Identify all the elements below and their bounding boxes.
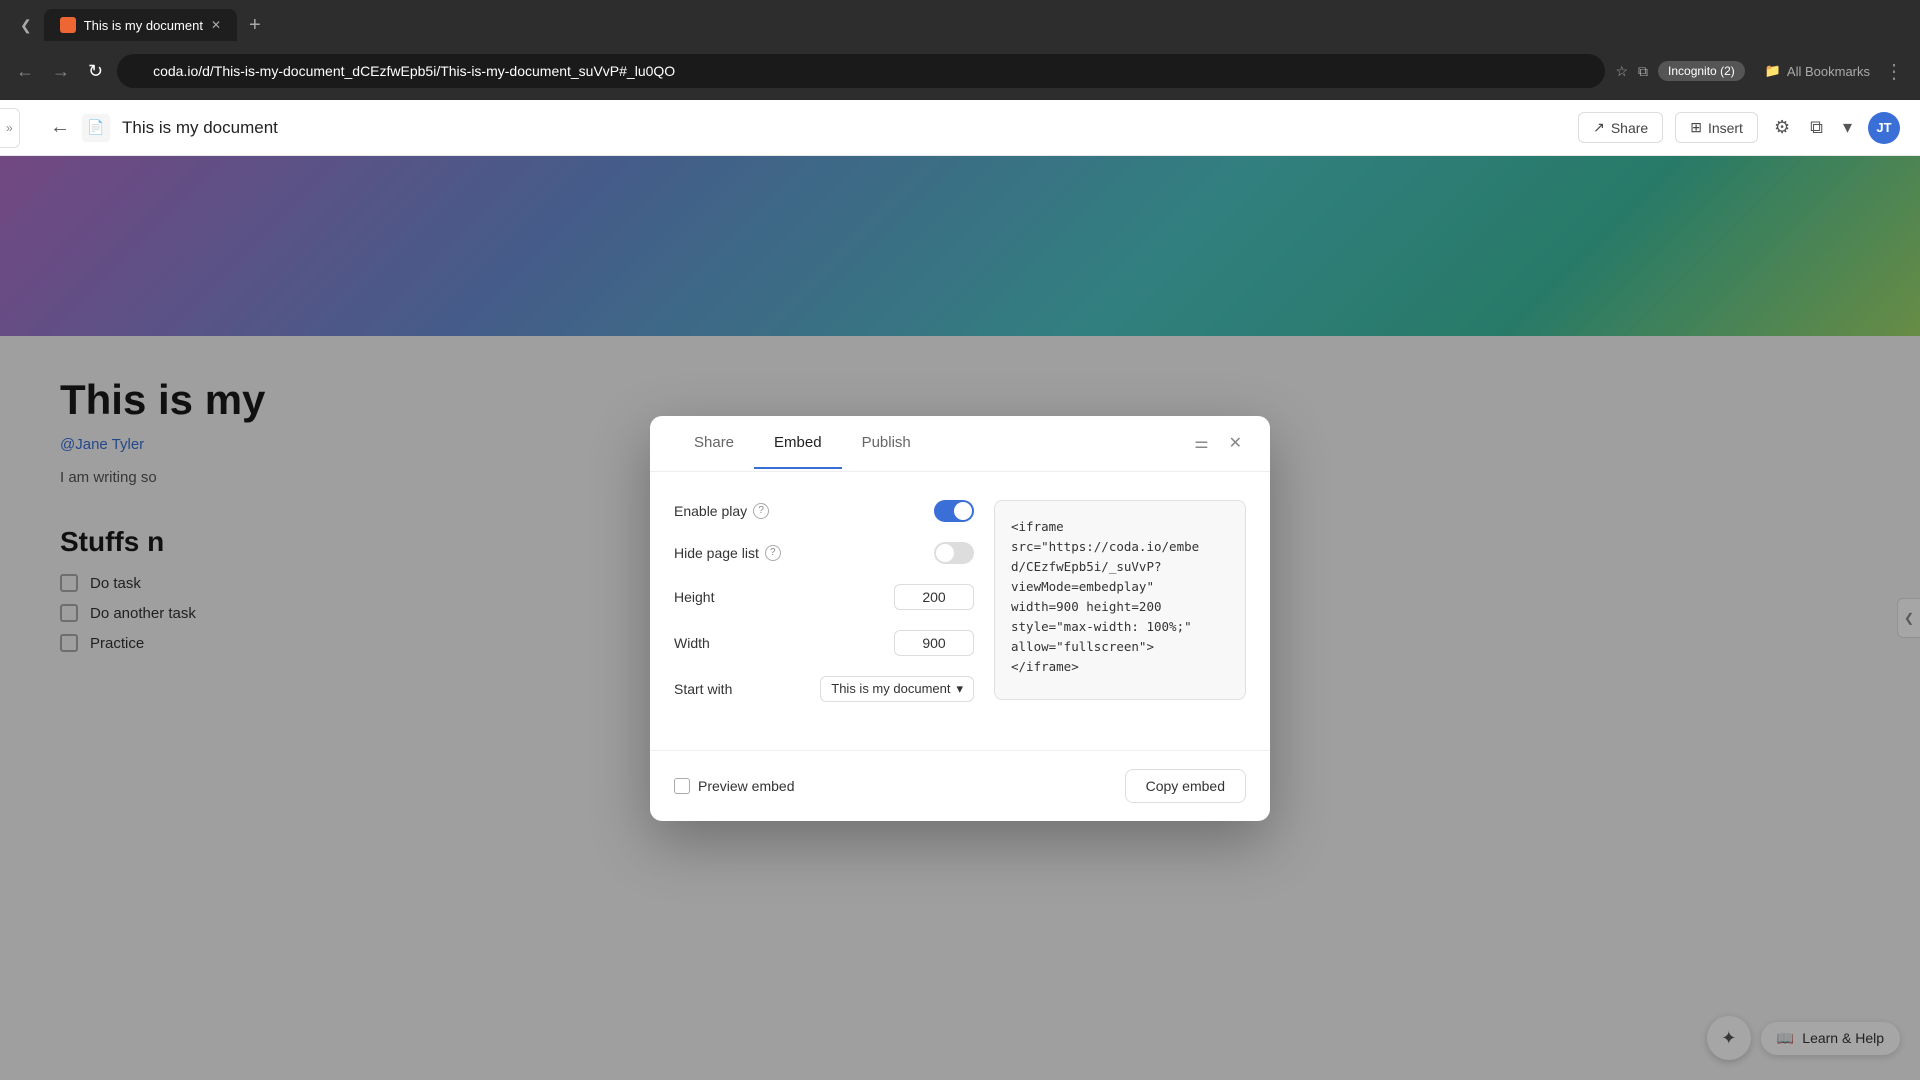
embed-modal: Share Embed Publish ⚌ ✕: [650, 416, 1270, 821]
sidebar-toggle-btn[interactable]: »: [0, 108, 20, 148]
enable-play-help-icon[interactable]: ?: [753, 503, 769, 519]
hide-page-list-label: Hide page list: [674, 545, 759, 561]
height-row: Height: [674, 584, 974, 610]
enable-play-toggle[interactable]: [934, 500, 974, 522]
bookmarks-folder-icon: 📁: [1765, 63, 1781, 79]
view-toggle-btn[interactable]: ⧉: [1806, 113, 1827, 142]
active-tab[interactable]: This is my document ✕: [44, 9, 237, 41]
modal-tabs: Share Embed Publish: [674, 418, 931, 468]
tab-title: This is my document: [84, 18, 203, 33]
width-row: Width: [674, 630, 974, 656]
bookmarks-label: All Bookmarks: [1787, 64, 1870, 79]
modal-close-btn[interactable]: ✕: [1225, 429, 1246, 457]
preview-embed-checkbox[interactable]: [674, 778, 690, 794]
modal-footer: Preview embed Copy embed: [650, 750, 1270, 821]
new-tab-btn[interactable]: +: [241, 10, 269, 41]
enable-play-row: Enable play ?: [674, 500, 974, 522]
tab-favicon: [60, 17, 76, 33]
hide-page-list-label-wrap: Hide page list ?: [674, 545, 781, 561]
width-input[interactable]: [894, 630, 974, 656]
forward-nav-btn[interactable]: →: [48, 57, 74, 86]
toolbar-right: ↗ Share ⊞ Insert ⚙ ⧉ ▾ JT: [1578, 112, 1900, 144]
app-toolbar: » ← 📄 This is my document ↗ Share ⊞ Inse…: [0, 100, 1920, 156]
insert-label: Insert: [1708, 120, 1743, 136]
width-label: Width: [674, 635, 710, 651]
doc-back-btn[interactable]: ←: [50, 116, 70, 139]
start-with-row: Start with This is my document ▾: [674, 676, 974, 702]
modal-overlay[interactable]: Share Embed Publish ⚌ ✕: [0, 156, 1920, 1080]
bookmarks-area: 📁 All Bookmarks: [1765, 63, 1870, 79]
hide-page-list-toggle[interactable]: [934, 542, 974, 564]
modal-header: Share Embed Publish ⚌ ✕: [650, 416, 1270, 472]
star-btn[interactable]: ☆: [1615, 63, 1628, 80]
browser-actions: ☆ ⧉ Incognito (2): [1615, 61, 1744, 81]
tab-embed[interactable]: Embed: [754, 418, 842, 469]
modal-settings: Enable play ? Hide page list ?: [674, 500, 974, 722]
embed-code-preview[interactable]: <iframe src="https://coda.io/embe d/CEzf…: [994, 500, 1246, 700]
preview-embed-row: Preview embed: [674, 778, 795, 794]
browser-chrome: ❮ This is my document ✕ + ← → ↻ 🔒 ☆ ⧉ In…: [0, 0, 1920, 100]
doc-title: This is my document: [122, 118, 278, 138]
url-input[interactable]: [117, 54, 1605, 88]
browser-tabs: ❮ This is my document ✕ +: [0, 0, 1920, 42]
height-input[interactable]: [894, 584, 974, 610]
main-content: This is my @Jane Tyler I am writing so S…: [0, 156, 1920, 1080]
app-container: » ← 📄 This is my document ↗ Share ⊞ Inse…: [0, 100, 1920, 1080]
enable-play-label: Enable play: [674, 503, 747, 519]
start-with-value: This is my document: [831, 681, 950, 696]
browser-menu-btn[interactable]: ⋮: [1880, 55, 1908, 88]
modal-body: Enable play ? Hide page list ?: [650, 472, 1270, 750]
incognito-badge[interactable]: Incognito (2): [1658, 61, 1745, 81]
enable-play-label-wrap: Enable play ?: [674, 503, 769, 519]
address-bar-wrap: 🔒: [117, 54, 1605, 88]
tab-publish[interactable]: Publish: [842, 418, 931, 469]
copy-embed-button[interactable]: Copy embed: [1125, 769, 1246, 803]
more-btn[interactable]: ▾: [1839, 113, 1856, 142]
tab-share[interactable]: Share: [674, 418, 754, 469]
start-with-select[interactable]: This is my document ▾: [820, 676, 974, 702]
hide-page-list-row: Hide page list ?: [674, 542, 974, 564]
copy-embed-label: Copy embed: [1146, 778, 1225, 794]
preview-embed-label: Preview embed: [698, 778, 795, 794]
tab-group-back[interactable]: ❮: [12, 13, 40, 38]
start-with-label: Start with: [674, 681, 732, 697]
share-label: Share: [1611, 120, 1648, 136]
modal-filter-icon[interactable]: ⚌: [1190, 429, 1212, 457]
back-nav-btn[interactable]: ←: [12, 57, 38, 86]
doc-icon: 📄: [82, 114, 110, 142]
hide-page-list-help-icon[interactable]: ?: [765, 545, 781, 561]
modal-header-actions: ⚌ ✕: [1190, 429, 1246, 457]
settings-btn[interactable]: ⚙: [1770, 113, 1794, 142]
embed-code-text: <iframe src="https://coda.io/embe d/CEzf…: [1011, 517, 1229, 677]
avatar[interactable]: JT: [1868, 112, 1900, 144]
insert-button[interactable]: ⊞ Insert: [1675, 112, 1758, 143]
start-with-chevron: ▾: [956, 681, 963, 697]
tab-close-btn[interactable]: ✕: [211, 18, 221, 32]
address-bar-row: ← → ↻ 🔒 ☆ ⧉ Incognito (2) 📁 All Bookmark…: [0, 42, 1920, 100]
share-button[interactable]: ↗ Share: [1578, 112, 1663, 143]
refresh-btn[interactable]: ↻: [84, 57, 107, 86]
insert-icon: ⊞: [1690, 119, 1702, 136]
height-label: Height: [674, 589, 714, 605]
share-icon: ↗: [1593, 119, 1605, 136]
window-btn[interactable]: ⧉: [1638, 63, 1648, 80]
